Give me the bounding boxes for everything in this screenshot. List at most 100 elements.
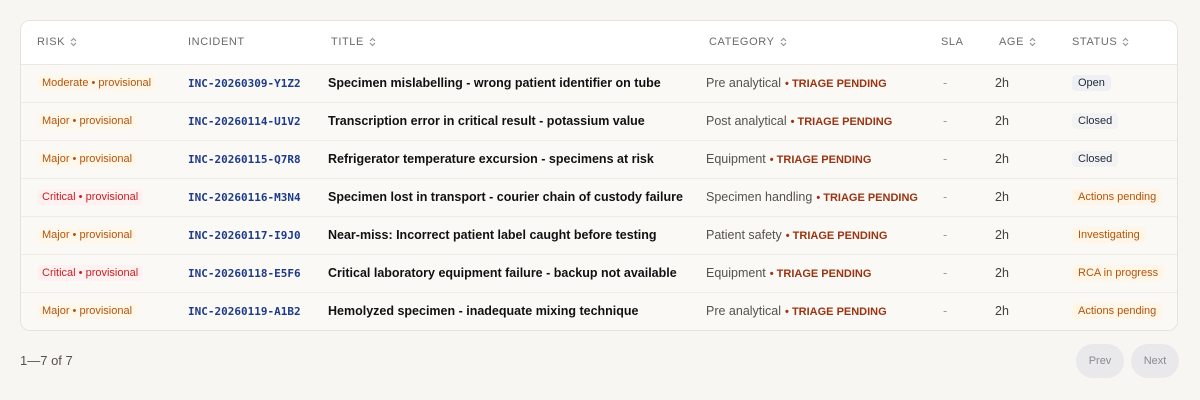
incident-title: Specimen mislabelling - wrong patient id… — [328, 76, 661, 90]
incidents-table-card: RISK INCIDENT TITLE CATEGORY SLA AGE STATUS Mo… — [20, 20, 1178, 331]
cell-status: Open — [1056, 64, 1177, 102]
cell-age: 2h — [980, 291, 1056, 330]
age-value: 2h — [995, 114, 1009, 128]
triage-pending-badge: • TRIAGE PENDING — [816, 192, 918, 204]
incidents-table: RISK INCIDENT TITLE CATEGORY SLA AGE STATUS Mo… — [21, 21, 1177, 330]
prev-page-button[interactable]: Prev — [1076, 344, 1124, 378]
status-badge: Actions pending — [1072, 303, 1163, 320]
sort-icon[interactable] — [780, 37, 787, 47]
cell-risk: Moderate • provisional — [21, 64, 171, 102]
age-value: 2h — [995, 266, 1009, 280]
cell-category: Specimen handling • TRIAGE PENDING — [689, 177, 926, 216]
column-header-label: INCIDENT — [188, 36, 245, 49]
cell-status: Closed — [1056, 101, 1177, 140]
sort-icon[interactable] — [369, 37, 376, 47]
column-header-inner: RISK — [37, 36, 77, 48]
cell-title: Transcription error in critical result -… — [315, 101, 689, 140]
table-row[interactable]: Major • provisional INC-20260114-U1V2 Tran… — [21, 101, 1177, 140]
category-label: Equipment — [706, 152, 766, 166]
sla-value: - — [943, 114, 948, 128]
incident-link[interactable]: INC-20260114-U1V2 — [188, 115, 301, 128]
sla-value: - — [943, 76, 948, 90]
cell-sla: - — [926, 253, 980, 292]
sla-value: - — [943, 266, 948, 280]
cell-age: 2h — [980, 177, 1056, 216]
age-value: 2h — [995, 304, 1009, 319]
incident-link[interactable]: INC-20260117-I9J0 — [188, 229, 301, 242]
incident-link[interactable]: INC-20260309-Y1Z2 — [188, 77, 301, 90]
table-row[interactable]: Critical • provisional INC-20260116-M3N4 S… — [21, 177, 1177, 216]
category-label: Specimen handling — [706, 190, 813, 204]
status-badge: Closed — [1072, 113, 1119, 129]
sort-icon[interactable] — [1029, 37, 1036, 47]
column-header-label: TITLE — [331, 36, 364, 49]
sort-icon[interactable] — [1122, 37, 1129, 47]
sort-icon[interactable] — [70, 37, 77, 47]
table-row[interactable]: Major • provisional INC-20260115-Q7R8 Refr… — [21, 139, 1177, 178]
triage-pending-badge: • TRIAGE PENDING — [785, 230, 888, 242]
table-row[interactable]: Major • provisional INC-20260119-A1B2 Hemo… — [21, 291, 1177, 330]
next-page-button[interactable]: Next — [1131, 344, 1179, 378]
cell-risk: Critical • provisional — [21, 177, 171, 216]
status-badge: Actions pending — [1072, 189, 1163, 205]
cell-sla: - — [926, 64, 980, 102]
cell-incident: INC-20260115-Q7R8 — [171, 139, 315, 178]
column-header-title[interactable]: TITLE — [315, 21, 689, 65]
category-label: Post analytical — [706, 114, 787, 128]
cell-incident: INC-20260309-Y1Z2 — [171, 64, 315, 102]
cell-sla: - — [926, 215, 980, 254]
column-header-age[interactable]: AGE — [980, 21, 1056, 65]
risk-badge: Major • provisional — [37, 151, 138, 167]
column-header-label: AGE — [999, 36, 1025, 49]
category-label: Equipment — [706, 266, 766, 280]
column-header-status[interactable]: STATUS — [1056, 21, 1177, 65]
column-header-risk[interactable]: RISK — [21, 21, 171, 65]
cell-sla: - — [926, 177, 980, 216]
incident-link[interactable]: INC-20260115-Q7R8 — [188, 153, 301, 166]
cell-title: Critical laboratory equipment failure - … — [315, 253, 689, 292]
category-label: Pre analytical — [706, 304, 782, 319]
triage-pending-badge: • TRIAGE PENDING — [790, 116, 893, 128]
column-header-incident: INCIDENT — [171, 21, 315, 65]
table-row[interactable]: Moderate • provisional INC-20260309-Y1Z2 S… — [21, 64, 1177, 102]
cell-age: 2h — [980, 215, 1056, 254]
incident-title: Near-miss: Incorrect patient label caugh… — [328, 228, 657, 242]
status-badge: Open — [1072, 75, 1111, 91]
table-row[interactable]: Major • provisional INC-20260117-I9J0 Near… — [21, 215, 1177, 254]
column-header-label: STATUS — [1072, 36, 1118, 49]
column-header-label: SLA — [941, 36, 964, 49]
cell-title: Near-miss: Incorrect patient label caugh… — [315, 215, 689, 254]
cell-incident: INC-20260114-U1V2 — [171, 101, 315, 140]
incident-link[interactable]: INC-20260118-E5F6 — [188, 267, 301, 280]
header-row: RISK INCIDENT TITLE CATEGORY SLA AGE STATUS — [21, 21, 1177, 65]
cell-sla: - — [926, 101, 980, 140]
pagination-range: 1—7 of 7 — [20, 353, 73, 368]
column-header-label: CATEGORY — [709, 36, 775, 49]
cell-incident: INC-20260117-I9J0 — [171, 215, 315, 254]
cell-age: 2h — [980, 139, 1056, 178]
cell-title: Refrigerator temperature excursion - spe… — [315, 139, 689, 178]
incident-link[interactable]: INC-20260116-M3N4 — [188, 191, 301, 204]
table-row[interactable]: Critical • provisional INC-20260118-E5F6 C… — [21, 253, 1177, 292]
column-header-inner: CATEGORY — [709, 36, 787, 48]
triage-pending-badge: • TRIAGE PENDING — [785, 78, 887, 90]
risk-badge: Critical • provisional — [37, 265, 144, 281]
cell-title: Specimen lost in transport - courier cha… — [315, 177, 689, 216]
incident-link[interactable]: INC-20260119-A1B2 — [188, 305, 301, 318]
category-label: Pre analytical — [706, 76, 782, 90]
risk-badge: Major • provisional — [37, 227, 138, 243]
cell-status: Actions pending — [1056, 291, 1177, 330]
triage-pending-badge: • TRIAGE PENDING — [769, 154, 872, 166]
column-header-inner: SLA — [941, 36, 964, 48]
status-badge: Closed — [1072, 151, 1119, 167]
status-badge: Investigating — [1072, 227, 1146, 243]
triage-pending-badge: • TRIAGE PENDING — [769, 268, 872, 280]
column-header-inner: AGE — [999, 36, 1036, 48]
cell-risk: Major • provisional — [21, 101, 171, 140]
cell-sla: - — [926, 291, 980, 330]
column-header-category[interactable]: CATEGORY — [689, 21, 926, 65]
cell-incident: INC-20260118-E5F6 — [171, 253, 315, 292]
sla-value: - — [943, 304, 948, 319]
risk-badge: Major • provisional — [37, 303, 138, 320]
sla-value: - — [943, 228, 948, 242]
